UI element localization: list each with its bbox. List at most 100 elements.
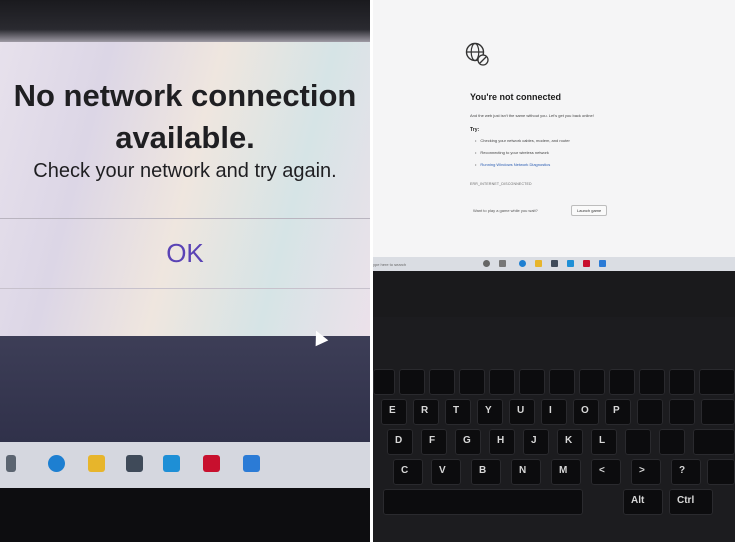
key-label: N: [519, 465, 527, 476]
game-prompt: Want to play a game while you wait?: [473, 208, 538, 213]
keyboard-key[interactable]: [373, 369, 395, 395]
keyboard-key-i[interactable]: I: [541, 399, 567, 425]
key-label: Ctrl: [677, 495, 695, 506]
keyboard-key-r[interactable]: R: [413, 399, 439, 425]
keyboard-key-e[interactable]: E: [381, 399, 407, 425]
key-label: T: [453, 405, 460, 416]
mail-icon[interactable]: [599, 260, 606, 267]
network-diagnostics-link[interactable]: Running Windows Network Diagnostics: [475, 162, 570, 167]
keyboard-key-k[interactable]: K: [557, 429, 583, 455]
keyboard-key-ctrl[interactable]: Ctrl: [669, 489, 713, 515]
left-photo: No network connection available. Check y…: [0, 0, 370, 542]
try-label: Try:: [470, 127, 480, 133]
keyboard-key-d[interactable]: D: [387, 429, 413, 455]
keyboard-key[interactable]: [693, 429, 735, 455]
keyboard-key-n[interactable]: N: [511, 459, 541, 485]
key-label: F: [429, 435, 436, 446]
network-error-dialog: No network connection available. Check y…: [0, 42, 370, 336]
edge-icon[interactable]: [48, 455, 65, 472]
keyboard-key-v[interactable]: V: [431, 459, 461, 485]
right-photo: You're not connected And the web just is…: [373, 0, 735, 542]
keyboard-key[interactable]: [489, 369, 515, 395]
key-label: O: [581, 405, 589, 416]
keyboard-key[interactable]: [429, 369, 455, 395]
keyboard-key-y[interactable]: Y: [477, 399, 503, 425]
mcafee-icon[interactable]: [203, 455, 220, 472]
key-label: J: [531, 435, 537, 446]
keyboard-key[interactable]: [625, 429, 651, 455]
keyboard-key[interactable]: [519, 369, 545, 395]
key-label: E: [389, 405, 396, 416]
key-label: M: [559, 465, 568, 476]
suggestion-list: Checking your network cables, modem, and…: [475, 138, 570, 174]
error-code: ERR_INTERNET_DISCONNECTED: [470, 182, 532, 186]
task-view-icon[interactable]: [6, 455, 16, 472]
file-explorer-icon[interactable]: [535, 260, 542, 267]
keyboard-key[interactable]: [459, 369, 485, 395]
key-label: D: [395, 435, 403, 446]
suggestion-item: Reconnecting to your wireless network: [475, 150, 570, 155]
dialog-title-line1: No network connection: [13, 78, 357, 113]
store-icon[interactable]: [126, 455, 143, 472]
monitor-bezel: [0, 488, 370, 542]
key-label: <: [599, 465, 605, 476]
key-label: C: [401, 465, 409, 476]
globe-offline-icon: [465, 42, 489, 66]
keyboard-key-u[interactable]: U: [509, 399, 535, 425]
keyboard-key-t[interactable]: T: [445, 399, 471, 425]
launch-game-button[interactable]: Launch game: [571, 205, 608, 216]
keyboard-key-period[interactable]: >: [631, 459, 661, 485]
suggestion-item: Checking your network cables, modem, and…: [475, 138, 569, 143]
keyboard-key-f[interactable]: F: [421, 429, 447, 455]
error-subtitle: And the web just isn't the same without …: [470, 113, 594, 118]
app-l-icon[interactable]: [567, 260, 574, 267]
keyboard-key[interactable]: [609, 369, 635, 395]
error-title: You're not connected: [470, 92, 561, 102]
keyboard-key-slash[interactable]: ?: [671, 459, 701, 485]
key-label: Alt: [631, 495, 645, 506]
keyboard-key[interactable]: [701, 399, 735, 425]
keyboard-key-comma[interactable]: <: [591, 459, 621, 485]
file-explorer-icon[interactable]: [88, 455, 105, 472]
key-label: I: [549, 405, 552, 416]
keyboard-key[interactable]: [699, 369, 735, 395]
keyboard-key[interactable]: [639, 369, 665, 395]
keyboard-key[interactable]: [399, 369, 425, 395]
cortana-icon[interactable]: [483, 260, 490, 267]
keyboard-key-b[interactable]: B: [471, 459, 501, 485]
keyboard-key-p[interactable]: P: [605, 399, 631, 425]
keyboard-key[interactable]: [669, 399, 695, 425]
keyboard-key-c[interactable]: C: [393, 459, 423, 485]
keyboard-key-h[interactable]: H: [489, 429, 515, 455]
edge-icon[interactable]: [519, 260, 526, 267]
store-icon[interactable]: [551, 260, 558, 267]
keyboard-key-space[interactable]: [383, 489, 583, 515]
dialog-subtitle: Check your network and try again.: [33, 160, 337, 182]
keyboard-key[interactable]: [707, 459, 735, 485]
keyboard-key-alt[interactable]: Alt: [623, 489, 663, 515]
mail-icon[interactable]: [243, 455, 260, 472]
taskbar-search-box[interactable]: ype here to search: [373, 262, 406, 267]
keyboard-key[interactable]: [579, 369, 605, 395]
keyboard-key-m[interactable]: M: [551, 459, 581, 485]
keyboard-key-l[interactable]: L: [591, 429, 617, 455]
app-l-icon[interactable]: [163, 455, 180, 472]
mcafee-icon[interactable]: [583, 260, 590, 267]
taskbar: [0, 442, 370, 488]
keyboard-key[interactable]: [549, 369, 575, 395]
keyboard-key-j[interactable]: J: [523, 429, 549, 455]
laptop-hinge: [373, 271, 735, 317]
task-view-icon[interactable]: [499, 260, 506, 267]
key-label: U: [517, 405, 525, 416]
keyboard-key[interactable]: [669, 369, 695, 395]
dialog-bottom-divider: [0, 288, 370, 289]
keyboard-key[interactable]: [637, 399, 663, 425]
key-label: L: [599, 435, 606, 446]
dialog-divider: [0, 218, 370, 219]
ok-button[interactable]: OK: [0, 238, 370, 269]
keyboard-key-g[interactable]: G: [455, 429, 481, 455]
key-label: R: [421, 405, 429, 416]
keyboard-key-o[interactable]: O: [573, 399, 599, 425]
key-label: G: [463, 435, 471, 446]
keyboard-key[interactable]: [659, 429, 685, 455]
